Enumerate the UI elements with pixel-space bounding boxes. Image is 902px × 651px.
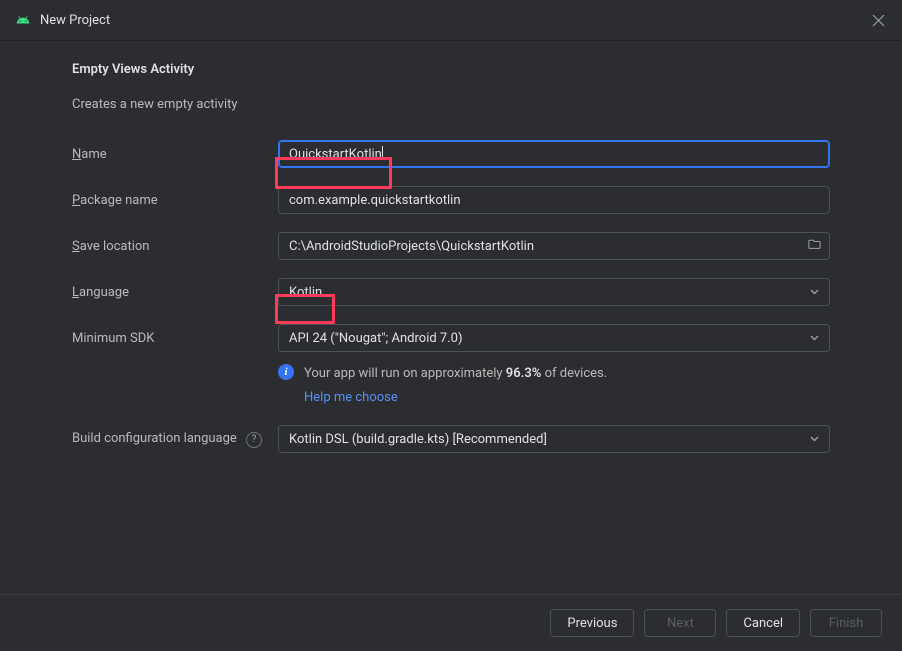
finish-button: Finish	[810, 609, 882, 637]
text-cursor	[382, 146, 383, 160]
package-row: Package name	[72, 186, 830, 214]
save-location-input[interactable]	[278, 232, 830, 260]
window-title: New Project	[40, 13, 870, 28]
chevron-down-icon	[810, 287, 819, 298]
new-project-dialog: New Project Empty Views Activity Creates…	[0, 0, 902, 651]
package-label: Package name	[72, 193, 278, 208]
minimum-sdk-value: API 24 ("Nougat"; Android 7.0)	[289, 331, 462, 346]
next-button: Next	[644, 609, 716, 637]
device-info: i Your app will run on approximately 96.…	[278, 364, 830, 407]
cancel-button[interactable]: Cancel	[726, 609, 800, 637]
android-icon	[16, 13, 30, 27]
help-me-choose-link[interactable]: Help me choose	[304, 388, 607, 408]
previous-button[interactable]: Previous	[550, 609, 634, 637]
save-location-label: Save location	[72, 239, 278, 254]
chevron-down-icon	[810, 434, 819, 445]
close-icon[interactable]	[870, 12, 886, 28]
device-info-text: Your app will run on approximately 96.3%…	[304, 364, 607, 407]
dialog-content: Empty Views Activity Creates a new empty…	[72, 62, 830, 471]
minimum-sdk-label: Minimum SDK	[72, 331, 278, 346]
package-input[interactable]	[278, 186, 830, 214]
name-label: Name	[72, 147, 278, 162]
name-row: Name QuickstartKotlin	[72, 140, 830, 168]
build-config-row: Build configuration language ? Kotlin DS…	[72, 425, 830, 453]
page-subheading: Creates a new empty activity	[72, 97, 830, 112]
help-icon[interactable]: ?	[246, 432, 262, 448]
dialog-footer: Previous Next Cancel Finish	[0, 594, 902, 651]
save-location-row: Save location	[72, 232, 830, 260]
chevron-down-icon	[810, 333, 819, 344]
language-label: Language	[72, 285, 278, 300]
minimum-sdk-row: Minimum SDK API 24 ("Nougat"; Android 7.…	[72, 324, 830, 352]
info-icon: i	[278, 364, 294, 380]
language-row: Language Kotlin	[72, 278, 830, 306]
titlebar: New Project	[0, 0, 902, 41]
language-select[interactable]: Kotlin	[278, 278, 830, 306]
language-value: Kotlin	[289, 285, 322, 300]
page-heading: Empty Views Activity	[72, 62, 830, 77]
minimum-sdk-select[interactable]: API 24 ("Nougat"; Android 7.0)	[278, 324, 830, 352]
build-config-select[interactable]: Kotlin DSL (build.gradle.kts) [Recommend…	[278, 425, 830, 453]
build-config-label: Build configuration language ?	[72, 431, 278, 448]
name-input[interactable]: QuickstartKotlin	[278, 140, 830, 168]
build-config-value: Kotlin DSL (build.gradle.kts) [Recommend…	[289, 432, 547, 447]
